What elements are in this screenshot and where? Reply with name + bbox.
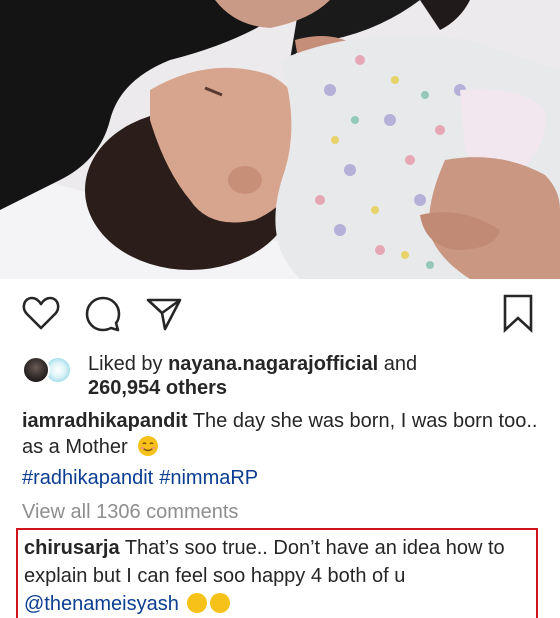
post-photo[interactable] — [0, 0, 560, 279]
likes-summary[interactable]: Liked by nayana.nagarajofficial and 260,… — [22, 352, 542, 402]
hashtag-link[interactable]: #radhikapandit — [22, 467, 153, 489]
liker-avatars — [22, 356, 78, 386]
liked-by-username[interactable]: nayana.nagarajofficial — [168, 353, 378, 375]
smiling-face-emoji — [210, 593, 231, 613]
comment-username[interactable]: chirusarja — [24, 537, 120, 559]
heart-icon[interactable] — [22, 295, 60, 336]
comment-mention[interactable]: @thenameisyash — [24, 593, 179, 615]
paper-plane-icon[interactable] — [145, 295, 183, 338]
post-caption: iamradhikapandit The day she was born, I… — [22, 408, 542, 464]
smiling-face-emoji — [187, 593, 208, 613]
liked-by-and: and — [383, 353, 418, 375]
likes-count[interactable]: 260,954 others — [88, 377, 227, 399]
comment-bubble-icon[interactable] — [84, 295, 122, 338]
likes-text: Liked by nayana.nagarajofficial and 260,… — [88, 352, 417, 400]
view-all-comments-link[interactable]: View all 1306 comments — [22, 500, 238, 524]
comment: chirusarja That’s soo true.. Don’t have … — [24, 534, 534, 618]
avatar — [22, 356, 50, 384]
caption-username[interactable]: iamradhikapandit — [22, 410, 188, 432]
smiling-face-emoji — [137, 435, 159, 464]
liked-by-prefix: Liked by — [88, 353, 163, 375]
post-photo-illustration — [0, 0, 560, 279]
bookmark-icon[interactable] — [502, 293, 534, 338]
hashtag-link[interactable]: #nimmaRP — [159, 467, 258, 489]
highlighted-comment: chirusarja That’s soo true.. Don’t have … — [16, 528, 538, 618]
post-actions-bar — [0, 279, 560, 351]
post-hashtags: #radhikapandit #nimmaRP — [22, 466, 264, 490]
